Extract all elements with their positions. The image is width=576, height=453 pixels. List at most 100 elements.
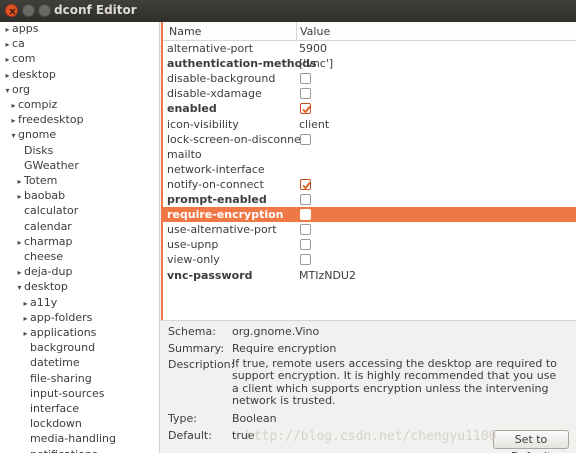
checkbox-unchecked[interactable] (300, 194, 311, 205)
tree-item-ca[interactable]: ▸ ca (3, 36, 24, 52)
expander-closed-icon[interactable]: ▸ (3, 52, 12, 67)
tree-item-label: lockdown (30, 417, 82, 431)
key-row-vnc-password[interactable]: vnc-password MTIzNDU2 (163, 268, 576, 283)
minimize-window-button[interactable] (22, 4, 35, 17)
key-value[interactable]: 5900 (299, 41, 327, 56)
tree-item-gweather[interactable]: GWeather (15, 158, 79, 173)
key-name: disable-xdamage (167, 87, 262, 101)
tree-item-file-sharing[interactable]: file-sharing (21, 371, 92, 386)
key-name: mailto (167, 147, 202, 161)
tree-item-freedesktop[interactable]: ▸ freedesktop (9, 112, 84, 128)
key-row-prompt-enabled[interactable]: prompt-enabled (163, 192, 576, 207)
tree-item-applications[interactable]: ▸ applications (21, 325, 96, 340)
checkbox-unchecked[interactable] (300, 239, 311, 251)
tree-item-lockdown[interactable]: lockdown (21, 416, 82, 431)
key-row-use-alternative-port[interactable]: use-alternative-port (163, 222, 576, 237)
expander-closed-icon[interactable]: ▸ (3, 22, 12, 37)
key-row-icon-visibility[interactable]: icon-visibility client (163, 117, 576, 132)
expander-closed-icon[interactable]: ▸ (3, 68, 12, 83)
tree-item-cheese[interactable]: cheese (15, 249, 63, 264)
tree-item-interface[interactable]: interface (21, 401, 79, 416)
expander-open-icon[interactable]: ▾ (15, 280, 24, 295)
keys-table[interactable]: Name Value alternative-port 5900 authentic… (161, 22, 576, 320)
value-column-header[interactable]: Value (300, 25, 330, 38)
key-row-require-encryption[interactable]: require-encryption (163, 207, 576, 223)
tree-item-label: applications (30, 326, 97, 339)
expander-closed-icon[interactable]: ▸ (21, 326, 30, 341)
tree-item-compiz[interactable]: ▸ compiz (9, 97, 57, 112)
expander-closed-icon[interactable]: ▸ (3, 37, 12, 52)
tree-item-media-handling[interactable]: media-handling (21, 431, 116, 446)
key-row-mailto[interactable]: mailto (163, 147, 576, 162)
checkbox-unchecked[interactable] (300, 209, 311, 221)
close-window-button[interactable] (5, 4, 18, 17)
checkbox-unchecked[interactable] (300, 88, 311, 100)
checkbox-unchecked[interactable] (300, 73, 311, 85)
default-label: Default: (168, 429, 212, 442)
tree-item-desktop[interactable]: ▾ desktop (15, 279, 67, 295)
expander-open-icon[interactable]: ▾ (9, 128, 18, 143)
tree-item-charmap[interactable]: ▸ charmap (15, 234, 72, 250)
key-row-lock-screen-on-disconnect[interactable]: lock-screen-on-disconnect (163, 132, 576, 147)
name-column-header[interactable]: Name (169, 25, 201, 38)
tree-item-a11y[interactable]: ▸ a11y (21, 295, 57, 310)
key-value[interactable]: ['vnc'] (299, 56, 333, 71)
expander-open-icon[interactable]: ▾ (3, 83, 12, 98)
tree-item-baobab[interactable]: ▸ baobab (15, 188, 65, 203)
expander-closed-icon[interactable]: ▸ (21, 296, 30, 311)
key-row-network-interface[interactable]: network-interface (163, 162, 576, 177)
table-header: Name Value (163, 22, 576, 41)
set-to-default-button[interactable]: Set to Default (493, 430, 569, 453)
tree-item-label: calculator (24, 204, 79, 218)
key-row-enabled[interactable]: enabled (163, 101, 576, 116)
key-row-use-upnp[interactable]: use-upnp (163, 237, 576, 252)
expander-closed-icon[interactable]: ▸ (9, 113, 18, 128)
key-row-disable-background[interactable]: disable-background (163, 71, 576, 86)
key-row-authentication-methods[interactable]: authentication-methods ['vnc'] (163, 56, 576, 71)
key-row-disable-xdamage[interactable]: disable-xdamage (163, 86, 576, 101)
tree-item-label: background (30, 341, 96, 355)
tree-item-app-folders[interactable]: ▸ app-folders (21, 310, 92, 325)
tree-item-label: file-sharing (30, 371, 92, 385)
tree-item-disks[interactable]: Disks (15, 143, 53, 158)
checkbox-checked[interactable] (300, 103, 311, 115)
tree-item-desktop[interactable]: ▸ desktop (3, 67, 55, 83)
tree-item-label: notifications (30, 448, 98, 453)
key-row-notify-on-connect[interactable]: notify-on-connect (163, 177, 576, 192)
tree-item-org[interactable]: ▾ org (3, 82, 30, 97)
description-value: If true, remote users accessing the desk… (232, 357, 557, 407)
tree-item-calculator[interactable]: calculator (15, 203, 78, 218)
expander-closed-icon[interactable]: ▸ (15, 189, 24, 204)
key-name: authentication-methods (167, 57, 317, 71)
maximize-window-button[interactable] (38, 4, 51, 17)
tree-item-input-sources[interactable]: input-sources (21, 386, 105, 401)
key-value[interactable]: MTIzNDU2 (299, 268, 356, 283)
tree-item-calendar[interactable]: calendar (15, 219, 72, 234)
key-value[interactable]: client (299, 117, 329, 132)
tree-item-background[interactable]: background (21, 340, 95, 355)
tree-item-apps[interactable]: ▸ apps (3, 22, 38, 36)
checkbox-unchecked[interactable] (300, 224, 311, 236)
tree-item-gnome[interactable]: ▾ gnome (9, 127, 56, 142)
expander-closed-icon[interactable]: ▸ (15, 174, 24, 189)
tree-item-deja-dup[interactable]: ▸ deja-dup (15, 264, 72, 279)
expander-closed-icon[interactable]: ▸ (21, 311, 30, 326)
expander-closed-icon[interactable]: ▸ (9, 98, 18, 113)
expander-closed-icon[interactable]: ▸ (15, 265, 24, 280)
tree-item-com[interactable]: ▸ com (3, 51, 35, 67)
key-row-view-only[interactable]: view-only (163, 252, 576, 267)
tree-item-totem[interactable]: ▸ Totem (15, 173, 57, 188)
tree-item-label: freedesktop (18, 113, 84, 127)
expander-closed-icon[interactable]: ▸ (15, 235, 24, 250)
tree-item-notifications[interactable]: notifications (21, 447, 98, 453)
checkbox-unchecked[interactable] (300, 133, 311, 145)
tree-item-label: app-folders (30, 310, 93, 324)
key-row-alternative-port[interactable]: alternative-port 5900 (163, 41, 576, 56)
checkbox-checked[interactable] (300, 178, 311, 190)
tree-item-label: compiz (18, 98, 58, 111)
tree-item-label: apps (12, 22, 39, 35)
checkbox-unchecked[interactable] (300, 254, 311, 266)
schema-tree[interactable]: ▸ apps ▸ ca ▸ com ▸ desktop ▾ org ▸ compiz ▸ freedesk… (0, 22, 160, 453)
tree-item-datetime[interactable]: datetime (21, 355, 80, 370)
key-name: network-interface (167, 162, 265, 176)
